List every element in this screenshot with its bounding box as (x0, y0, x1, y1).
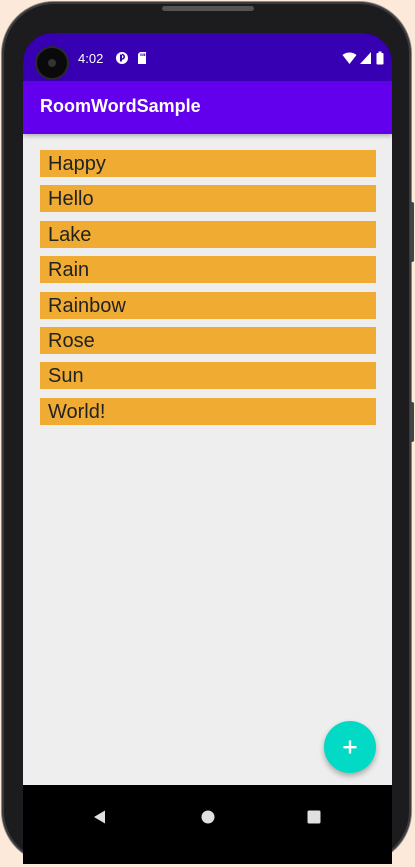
list-item[interactable]: Hello (40, 185, 376, 213)
list-item[interactable]: Happy (40, 150, 376, 177)
app-bar: RoomWordSample (23, 81, 392, 134)
content-area: Happy Hello Lake Rain Rainbow Rose Sun W… (23, 134, 392, 785)
list-item[interactable]: Rose (40, 326, 376, 354)
app-notification-icon (116, 52, 128, 64)
plus-icon (343, 740, 357, 754)
list-item[interactable]: Rainbow (40, 291, 376, 319)
navigation-bar (23, 785, 392, 864)
battery-icon (376, 51, 384, 65)
cell-signal-icon (360, 52, 371, 64)
list-item[interactable]: Rain (40, 256, 376, 284)
recents-icon[interactable] (306, 809, 322, 825)
wifi-icon (342, 52, 357, 64)
status-time: 4:02 (78, 51, 104, 66)
power-button (410, 402, 414, 442)
front-camera (37, 48, 67, 78)
list-item[interactable]: Lake (40, 220, 376, 248)
sd-card-icon (138, 52, 146, 64)
word-list: Happy Hello Lake Rain Rainbow Rose Sun W… (40, 150, 376, 433)
phone-frame: 4:02 RoomWordSample Happy Hello Lake Rai… (2, 2, 414, 864)
back-icon[interactable] (92, 809, 108, 825)
phone-speaker (162, 6, 254, 11)
status-bar: 4:02 (23, 33, 392, 81)
list-item[interactable]: Sun (40, 362, 376, 390)
screen: 4:02 RoomWordSample Happy Hello Lake Rai… (23, 33, 392, 864)
home-icon[interactable] (200, 809, 216, 825)
app-title: RoomWordSample (40, 96, 201, 116)
add-word-button[interactable] (324, 721, 376, 773)
volume-button (410, 202, 414, 262)
list-item[interactable]: World! (40, 397, 376, 425)
